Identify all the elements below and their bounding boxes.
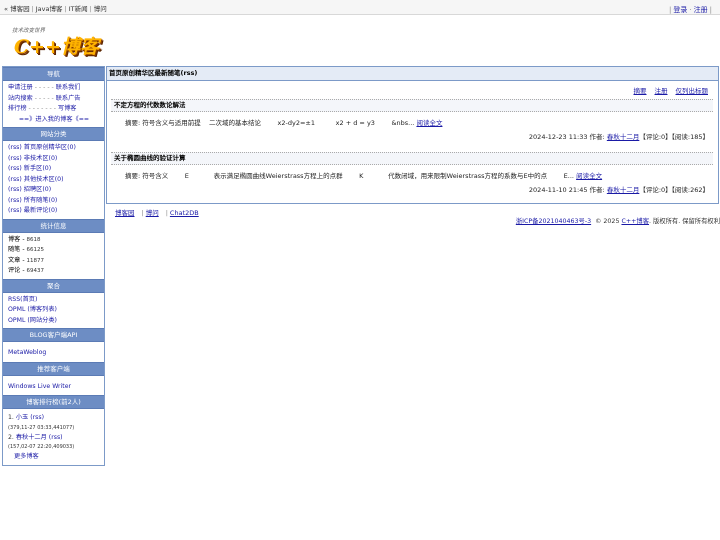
post-summary: 摘要: 符号含义与适用前提 二次域的基本结论 x2-dy2=±1 x2 + d … bbox=[125, 119, 443, 127]
ranking-box: 1. 小玉 (rss) (379,11-27 03:33,441077) 2. … bbox=[3, 409, 104, 465]
icp-link[interactable]: 浙ICP备2021040463号-3 bbox=[516, 218, 591, 225]
stats-header: 统计信息 bbox=[3, 218, 104, 233]
post-item: 关于椭圆曲线的验证计算 摘要: 符号含义 E 表示满足椭圆曲线Weierstra… bbox=[111, 152, 713, 195]
post-item: 不定方程的代数数论解法 摘要: 符号含义与适用前提 二次域的基本结论 x2-dy… bbox=[111, 99, 713, 142]
bottom-cnblogs-link[interactable]: 博客园 bbox=[115, 209, 135, 217]
post-meta: 2024-11-10 21:45 作者: 春秋十二月【评论:0】【阅读:262】 bbox=[528, 186, 709, 194]
post-title: 不定方程的代数数论解法 bbox=[111, 99, 713, 112]
categories-header: 网站分类 bbox=[3, 127, 104, 141]
post-title: 关于椭圆曲线的验证计算 bbox=[111, 152, 713, 165]
ranking-item: 2. 春秋十二月 (rss) bbox=[8, 433, 63, 441]
post-author-link[interactable]: 春秋十二月 bbox=[607, 133, 640, 141]
top-nav: « 博客园 | Java博客 | IT新闻 | 博问 bbox=[4, 5, 107, 13]
sidebar: 导航 申请注册 - - - - - 联系我们 站内搜索 - - - - - 联系… bbox=[2, 66, 105, 466]
write-blog-link[interactable]: 写博客 bbox=[58, 105, 77, 112]
client-header: 推荐客户端 bbox=[3, 361, 104, 376]
summary-link[interactable]: 摘要 bbox=[634, 87, 647, 95]
auth-links: | 登录 · 注册 | bbox=[669, 6, 712, 14]
site-search-link[interactable]: 站内搜索 bbox=[8, 95, 33, 102]
metaweblog-link[interactable]: MetaWeblog bbox=[8, 349, 46, 356]
ranking-rss-link[interactable]: (rss) bbox=[49, 434, 63, 441]
category-link[interactable]: (rss) 招聘区(0) bbox=[8, 186, 51, 193]
post-meta: 2024-12-23 11:33 作者: 春秋十二月【评论:0】【阅读:185】 bbox=[528, 133, 709, 141]
opml-categories-link[interactable]: OPML (网站分类) bbox=[8, 317, 57, 324]
login-link[interactable]: 登录 bbox=[673, 6, 687, 14]
category-link[interactable]: (rss) 所有随笔(0) bbox=[8, 197, 57, 204]
nav-header: 导航 bbox=[3, 67, 104, 81]
category-link[interactable]: (rss) 其他技术区(0) bbox=[8, 176, 64, 183]
category-link[interactable]: (rss) 新手区(0) bbox=[8, 165, 51, 172]
opml-blogs-link[interactable]: OPML (博客列表) bbox=[8, 306, 57, 313]
top-bar: « 博客园 | Java博客 | IT新闻 | 博问 | 登录 · 注册 | bbox=[0, 0, 720, 15]
site-logo[interactable]: 技术改变世界 C++博客 bbox=[10, 26, 110, 60]
ranking-link[interactable]: 排行榜 bbox=[8, 105, 27, 112]
footer: 浙ICP备2021040463号-3 © 2025 C++博客. 版权所有. 保… bbox=[515, 218, 720, 225]
aggregate-header: 聚合 bbox=[3, 278, 104, 293]
register-link[interactable]: 注册 bbox=[694, 6, 708, 14]
main-panel: 首页原创精华区最新随笔(rss) 摘要 注册 仅列出标题 不定方程的代数数论解法 摘… bbox=[106, 66, 719, 204]
contact-us-link[interactable]: 联系我们 bbox=[56, 84, 81, 91]
read-more-link[interactable]: 阅读全文 bbox=[576, 172, 602, 180]
stat-row: 博客 - 8618 bbox=[8, 235, 41, 243]
bottom-links: 博客园 | 博问 | Chat2DB bbox=[115, 209, 199, 217]
main-header: 首页原创精华区最新随笔(rss) bbox=[107, 67, 718, 81]
top-nav-itnews[interactable]: IT新闻 bbox=[69, 5, 88, 13]
api-header: BLOG客户端API bbox=[3, 328, 104, 342]
ranking-detail: (379,11-27 03:33,441077) bbox=[8, 424, 75, 431]
logo-title: C++博客 bbox=[14, 36, 99, 58]
post-author-link[interactable]: 春秋十二月 bbox=[607, 186, 640, 194]
more-blogs-link[interactable]: 更多博客 bbox=[14, 453, 39, 460]
stat-row: 评论 - 69437 bbox=[8, 267, 45, 274]
ranking-item: 1. 小玉 (rss) bbox=[8, 414, 45, 421]
footer-site-link[interactable]: C++博客 bbox=[621, 218, 649, 225]
apply-register-link[interactable]: 申请注册 bbox=[8, 84, 33, 91]
read-more-link[interactable]: 阅读全文 bbox=[416, 119, 442, 127]
top-nav-prefix: « bbox=[4, 5, 8, 13]
ranking-blogger-link[interactable]: 小玉 bbox=[16, 414, 28, 421]
nav-box: 申请注册 - - - - - 联系我们 站内搜索 - - - - - 联系广告 … bbox=[8, 84, 90, 123]
aggregate-box: RSS(首页) OPML (博客列表) OPML (网站分类) bbox=[3, 293, 104, 329]
categories-box: (rss) 首页原创精华区(0) (rss) 非技术区(0) (rss) 新手区… bbox=[3, 141, 104, 219]
category-link[interactable]: (rss) 最新评论(0) bbox=[8, 207, 57, 214]
ranking-blogger-link[interactable]: 春秋十二月 bbox=[16, 434, 47, 441]
titles-only-link[interactable]: 仅列出标题 bbox=[676, 87, 709, 95]
register-link-main[interactable]: 注册 bbox=[655, 87, 668, 95]
enter-my-blog-link[interactable]: ==》进入我的博客《== bbox=[19, 116, 89, 123]
live-writer-link[interactable]: Windows Live Writer bbox=[8, 383, 71, 390]
top-nav-q[interactable]: 博问 bbox=[94, 5, 107, 13]
category-link[interactable]: (rss) 非技术区(0) bbox=[8, 155, 57, 162]
ranking-rss-link[interactable]: (rss) bbox=[30, 414, 44, 421]
api-box: MetaWeblog bbox=[3, 342, 104, 362]
bottom-q-link[interactable]: 博问 bbox=[146, 209, 159, 217]
top-nav-java[interactable]: Java博客 bbox=[36, 5, 63, 13]
stats-box: 博客 - 8618 随笔 - 66125 文章 - 11877 评论 - 694… bbox=[3, 233, 104, 279]
ranking-header: 博客排行榜(前2人) bbox=[3, 395, 104, 409]
top-nav-cnblogs[interactable]: 博客园 bbox=[10, 5, 30, 13]
stat-row: 随笔 - 66125 bbox=[8, 246, 45, 253]
ranking-detail: (157,02-07 22:20,409033) bbox=[8, 444, 75, 450]
contact-ads-link[interactable]: 联系广告 bbox=[56, 95, 81, 102]
category-link[interactable]: (rss) 首页原创精华区(0) bbox=[8, 144, 76, 151]
post-summary: 摘要: 符号含义 E 表示满足椭圆曲线Weierstrass方程上的点群 K 代… bbox=[125, 172, 603, 180]
stat-row: 文章 - 11877 bbox=[8, 256, 45, 264]
rss-home-link[interactable]: RSS(首页) bbox=[8, 296, 37, 303]
view-mode-links: 摘要 注册 仅列出标题 bbox=[107, 86, 718, 96]
client-box: Windows Live Writer bbox=[3, 376, 104, 396]
bottom-chat2db-link[interactable]: Chat2DB bbox=[170, 209, 199, 217]
